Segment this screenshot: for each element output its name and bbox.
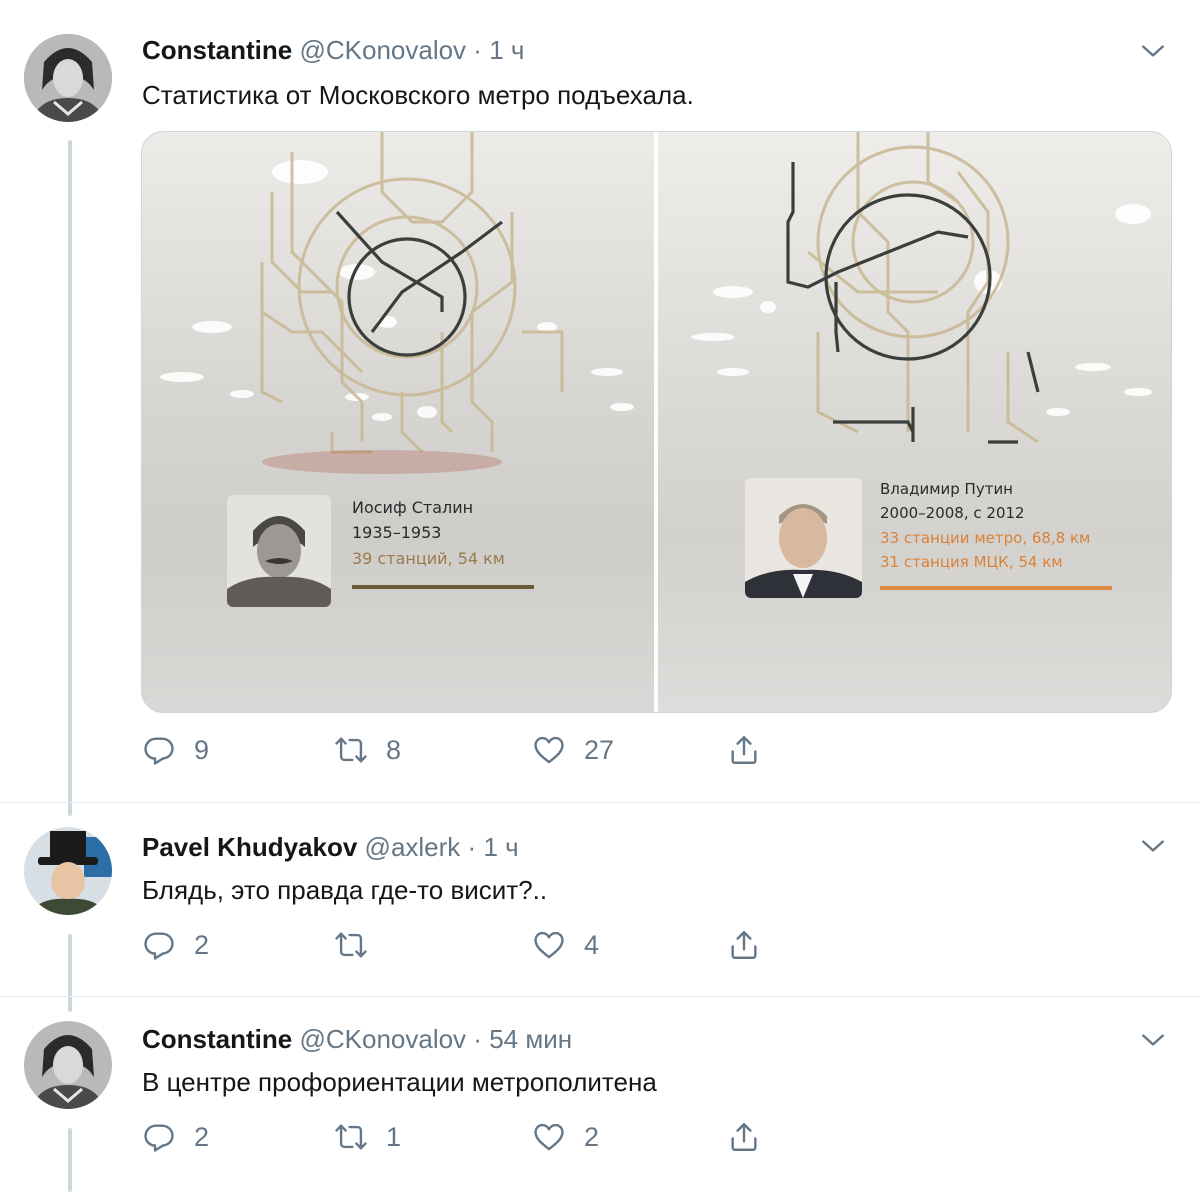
author-name[interactable]: Pavel Khudyakov bbox=[142, 832, 357, 862]
share-icon bbox=[731, 1123, 757, 1151]
retweet-button[interactable] bbox=[334, 925, 386, 965]
avatar[interactable] bbox=[24, 34, 112, 122]
person-stats-metro: 33 станции метро, 68,8 км bbox=[880, 529, 1091, 547]
tweet[interactable]: Constantine @CKonovalov · 1 ч Статистика… bbox=[0, 0, 1200, 800]
share-button[interactable] bbox=[727, 925, 761, 965]
tweet-actions: 9 8 27 bbox=[142, 730, 842, 770]
tweet-text: Блядь, это правда где-то висит?.. bbox=[142, 875, 548, 905]
author-handle[interactable]: @axlerk bbox=[365, 832, 461, 862]
person-stats: 39 станций, 54 км bbox=[352, 549, 505, 568]
timestamp[interactable]: 54 мин bbox=[489, 1024, 572, 1054]
like-count: 2 bbox=[584, 1121, 600, 1152]
share-button[interactable] bbox=[727, 1117, 761, 1157]
tweet[interactable]: Constantine @CKonovalov · 54 мин В центр… bbox=[0, 997, 1200, 1192]
person-name: Иосиф Сталин bbox=[352, 498, 474, 517]
retweet-icon bbox=[335, 737, 367, 763]
chevron-down-icon[interactable] bbox=[1140, 1027, 1166, 1053]
like-count: 27 bbox=[584, 734, 615, 765]
author-handle[interactable]: @CKonovalov bbox=[299, 35, 466, 65]
timestamp[interactable]: 1 ч bbox=[483, 832, 518, 862]
reply-button[interactable]: 2 bbox=[142, 1117, 209, 1157]
reply-icon bbox=[144, 1124, 174, 1152]
heart-icon bbox=[534, 931, 564, 959]
share-icon bbox=[731, 931, 757, 959]
share-button[interactable] bbox=[727, 730, 761, 770]
reply-button[interactable]: 9 bbox=[142, 730, 209, 770]
stat-underline bbox=[352, 585, 534, 589]
putin-portrait[interactable] bbox=[745, 478, 862, 598]
separator: · bbox=[473, 35, 482, 65]
retweet-icon bbox=[335, 1124, 367, 1150]
separator: · bbox=[467, 832, 477, 862]
like-button[interactable]: 27 bbox=[532, 730, 614, 770]
author-name[interactable]: Constantine bbox=[142, 1024, 292, 1054]
like-button[interactable]: 4 bbox=[532, 925, 599, 965]
retweet-count: 1 bbox=[386, 1121, 402, 1152]
photo-left[interactable]: Иосиф Сталин 1935–1953 39 станций, 54 км bbox=[142, 132, 654, 712]
separator: · bbox=[473, 1024, 482, 1054]
person-stats-mcc: 31 станция МЦК, 54 км bbox=[880, 553, 1063, 571]
reply-icon bbox=[144, 737, 174, 765]
chevron-down-icon[interactable] bbox=[1140, 833, 1166, 859]
person-years: 1935–1953 bbox=[352, 523, 442, 542]
reply-button[interactable]: 2 bbox=[142, 925, 209, 965]
heart-icon bbox=[534, 1123, 564, 1151]
avatar[interactable] bbox=[24, 1021, 112, 1109]
stalin-portrait[interactable] bbox=[227, 495, 331, 607]
tweet-actions: 2 4 bbox=[142, 925, 842, 965]
metro-map-graphic bbox=[160, 132, 634, 474]
retweet-button[interactable]: 8 bbox=[334, 730, 401, 770]
tweet-media[interactable]: Иосиф Сталин 1935–1953 39 станций, 54 км bbox=[141, 131, 1172, 713]
reply-count: 9 bbox=[194, 734, 210, 765]
tweet-text: В центре профориентации метрополитена bbox=[142, 1067, 657, 1097]
share-icon bbox=[731, 736, 757, 764]
timestamp[interactable]: 1 ч bbox=[489, 35, 524, 65]
author-handle[interactable]: @CKonovalov bbox=[299, 1024, 466, 1054]
reply-count: 2 bbox=[194, 929, 210, 960]
metro-map-graphic bbox=[691, 132, 1152, 444]
reply-icon bbox=[144, 932, 174, 960]
photo-right[interactable]: Владимир Путин 2000–2008, с 2012 33 стан… bbox=[658, 132, 1171, 712]
reply-count: 2 bbox=[194, 1121, 210, 1152]
person-name: Владимир Путин bbox=[880, 480, 1013, 498]
stat-underline bbox=[880, 586, 1112, 590]
person-years: 2000–2008, с 2012 bbox=[880, 504, 1025, 522]
tweet-text: Статистика от Московского метро подъехал… bbox=[142, 80, 694, 110]
retweet-count: 8 bbox=[386, 734, 402, 765]
author-name[interactable]: Constantine bbox=[142, 35, 292, 65]
retweet-icon bbox=[335, 932, 367, 958]
chevron-down-icon[interactable] bbox=[1140, 38, 1166, 64]
heart-icon bbox=[534, 736, 564, 764]
tweet[interactable]: Pavel Khudyakov @axlerk · 1 ч Блядь, это… bbox=[0, 803, 1200, 997]
avatar[interactable] bbox=[24, 827, 112, 915]
like-count: 4 bbox=[584, 929, 600, 960]
tweet-actions: 2 1 2 bbox=[142, 1117, 842, 1157]
tweet-header: Constantine @CKonovalov · 1 ч bbox=[142, 34, 524, 66]
tweet-header: Pavel Khudyakov @axlerk · 1 ч bbox=[142, 831, 519, 863]
tweet-header: Constantine @CKonovalov · 54 мин bbox=[142, 1023, 572, 1055]
like-button[interactable]: 2 bbox=[532, 1117, 599, 1157]
retweet-button[interactable]: 1 bbox=[334, 1117, 401, 1157]
